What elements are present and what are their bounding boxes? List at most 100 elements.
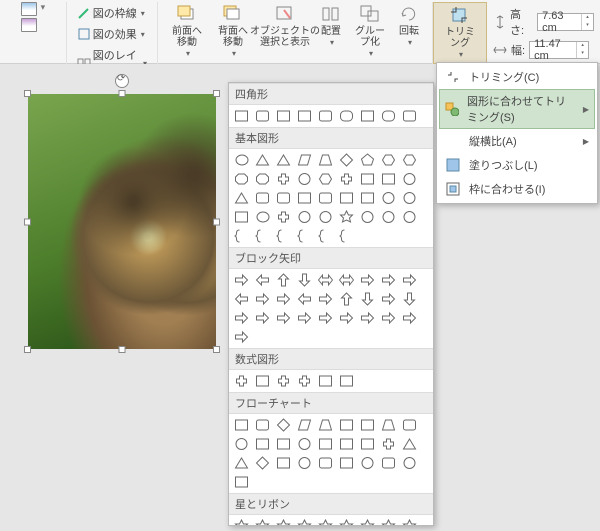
rotation-handle[interactable] [115,74,129,88]
shape-option[interactable] [359,108,376,123]
shape-option[interactable] [380,436,397,451]
shape-option[interactable] [359,209,376,224]
shape-option[interactable] [296,455,313,470]
shape-option[interactable] [254,518,271,526]
shape-option[interactable] [317,436,334,451]
shape-option[interactable] [254,108,271,123]
shape-option[interactable] [338,417,355,432]
shape-option[interactable] [401,108,418,123]
resize-handle[interactable] [213,346,220,353]
shape-option[interactable] [233,228,250,243]
shape-option[interactable] [359,152,376,167]
menu-crop[interactable]: トリミング(C) [439,65,595,89]
shape-option[interactable] [380,272,397,287]
picture-icon[interactable] [21,2,37,16]
shape-option[interactable] [233,272,250,287]
shape-option[interactable] [401,190,418,205]
shape-option[interactable] [359,310,376,325]
picture-icon-2[interactable] [21,18,37,32]
shape-option[interactable] [401,436,418,451]
shape-option[interactable] [296,152,313,167]
shape-option[interactable] [317,190,334,205]
shape-option[interactable] [254,209,271,224]
shape-option[interactable] [233,518,250,526]
shape-option[interactable] [338,190,355,205]
shape-option[interactable] [254,291,271,306]
shape-option[interactable] [401,291,418,306]
resize-handle[interactable] [213,90,220,97]
shape-option[interactable] [317,417,334,432]
shape-option[interactable] [254,417,271,432]
shape-option[interactable] [317,291,334,306]
resize-handle[interactable] [24,90,31,97]
shape-option[interactable] [296,171,313,186]
shape-option[interactable] [275,436,292,451]
shape-option[interactable] [401,455,418,470]
shape-option[interactable] [233,373,250,388]
shape-option[interactable] [380,190,397,205]
shape-option[interactable] [380,518,397,526]
shape-option[interactable] [380,209,397,224]
align-button[interactable]: 配置 [314,2,348,50]
shape-option[interactable] [338,272,355,287]
shape-option[interactable] [401,272,418,287]
shape-option[interactable] [338,228,355,243]
shape-option[interactable] [338,455,355,470]
width-input[interactable]: 11.47 cm▴▾ [529,41,589,59]
shape-option[interactable] [317,455,334,470]
shape-option[interactable] [254,152,271,167]
shape-option[interactable] [254,455,271,470]
shape-option[interactable] [275,417,292,432]
menu-aspect-ratio[interactable]: 縦横比(A) [439,129,595,153]
shape-option[interactable] [380,417,397,432]
shape-option[interactable] [296,417,313,432]
shape-option[interactable] [296,209,313,224]
shape-option[interactable] [296,291,313,306]
shape-option[interactable] [359,272,376,287]
resize-handle[interactable] [213,218,220,225]
shape-option[interactable] [338,310,355,325]
rotate-button[interactable]: 回転 [392,2,426,50]
shape-option[interactable] [317,171,334,186]
shape-option[interactable] [317,310,334,325]
shape-option[interactable] [254,436,271,451]
shape-option[interactable] [233,108,250,123]
shape-option[interactable] [296,436,313,451]
shape-option[interactable] [233,291,250,306]
picture-effect-button[interactable]: 図の効果 [73,24,149,44]
shape-option[interactable] [359,190,376,205]
shape-option[interactable] [233,436,250,451]
shape-option[interactable] [338,108,355,123]
shape-option[interactable] [338,436,355,451]
shape-option[interactable] [233,455,250,470]
shape-option[interactable] [317,228,334,243]
shape-option[interactable] [296,228,313,243]
height-input[interactable]: 7.63 cm▴▾ [537,13,594,31]
shape-option[interactable] [296,272,313,287]
shape-option[interactable] [380,455,397,470]
shape-option[interactable] [380,152,397,167]
group-button[interactable]: グループ化 [348,2,392,61]
shape-option[interactable] [233,417,250,432]
shape-option[interactable] [338,209,355,224]
shape-option[interactable] [275,373,292,388]
shape-option[interactable] [317,272,334,287]
shape-option[interactable] [275,228,292,243]
shape-option[interactable] [254,310,271,325]
shape-option[interactable] [275,291,292,306]
bring-forward-button[interactable]: 前面へ 移動 [164,2,210,61]
shape-option[interactable] [317,373,334,388]
shape-option[interactable] [275,171,292,186]
shape-option[interactable] [317,209,334,224]
shape-option[interactable] [317,518,334,526]
shape-option[interactable] [338,291,355,306]
shape-option[interactable] [338,152,355,167]
shape-option[interactable] [254,190,271,205]
shape-option[interactable] [233,474,250,489]
shape-option[interactable] [233,190,250,205]
shape-option[interactable] [275,272,292,287]
resize-handle[interactable] [119,90,126,97]
selection-pane-button[interactable]: オブジェクトの 選択と表示 [256,2,314,50]
shape-option[interactable] [275,190,292,205]
shape-option[interactable] [254,228,271,243]
